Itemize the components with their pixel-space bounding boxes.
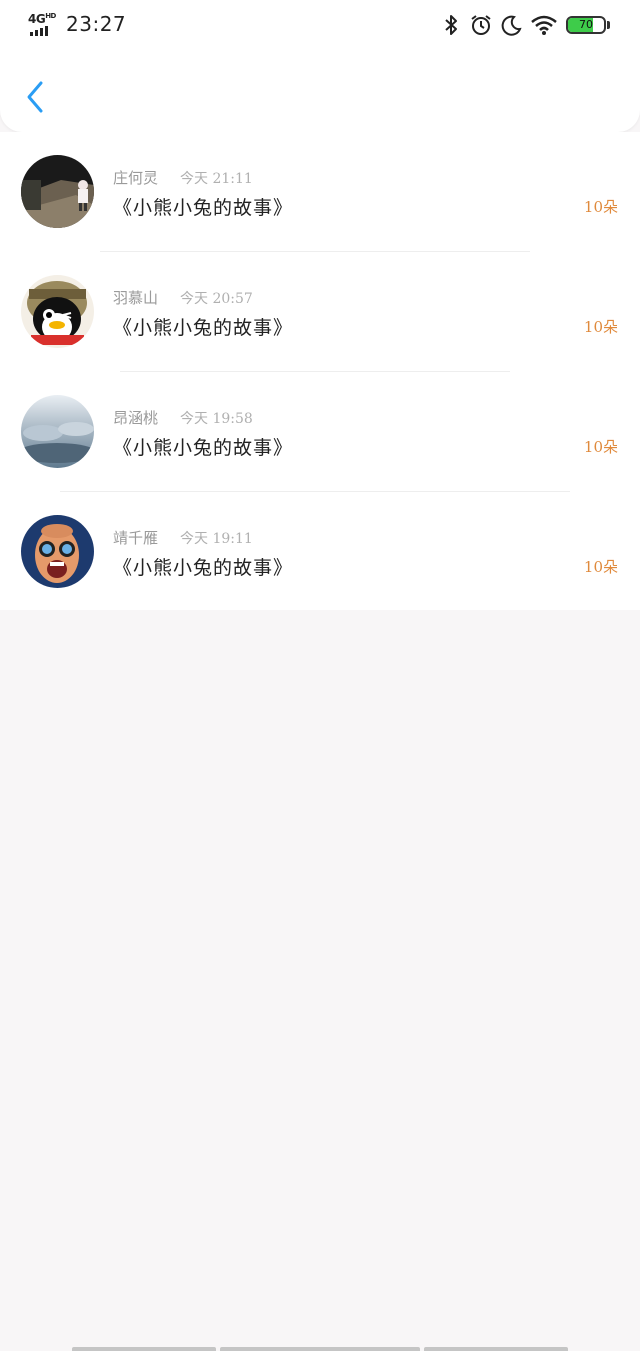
avatar-cartoon-man xyxy=(21,515,94,588)
battery-icon: 70 xyxy=(566,16,606,34)
home-indicator-center[interactable] xyxy=(220,1347,420,1351)
flower-count: 10朵 xyxy=(583,318,618,336)
list-item[interactable]: 靖千雁 今天 19:11 《小熊小兔的故事》 10朵 xyxy=(0,492,640,612)
sender-name: 昂涵桃 xyxy=(113,409,159,427)
network-type-sup: HD xyxy=(45,12,56,20)
story-title: 《小熊小兔的故事》 xyxy=(113,437,294,459)
back-button[interactable] xyxy=(18,78,52,116)
send-time: 今天 19:11 xyxy=(180,531,253,547)
screen: 4GHD 23:27 70 庄何灵 今天 21:11 《小熊小兔的故事》 10朵… xyxy=(0,0,640,1351)
network-type: 4G xyxy=(28,12,46,26)
gift-record-list: 庄何灵 今天 21:11 《小熊小兔的故事》 10朵 羽慕山 今天 20:57 … xyxy=(0,132,640,610)
sender-name: 靖千雁 xyxy=(113,529,159,547)
wifi-icon xyxy=(530,14,558,36)
avatar[interactable] xyxy=(21,515,94,588)
avatar-cloudy-sky xyxy=(21,395,94,468)
status-bar: 4GHD 23:27 70 xyxy=(0,0,640,50)
story-title: 《小熊小兔的故事》 xyxy=(113,557,294,579)
list-item[interactable]: 羽慕山 今天 20:57 《小熊小兔的故事》 10朵 xyxy=(0,252,640,372)
story-title: 《小熊小兔的故事》 xyxy=(113,197,294,219)
battery-label: 70 xyxy=(579,18,593,31)
moon-icon xyxy=(500,14,522,36)
sender-name: 羽慕山 xyxy=(113,289,159,307)
home-indicator-left[interactable] xyxy=(72,1347,216,1351)
avatar-photo-path xyxy=(21,155,94,228)
top-header: 4GHD 23:27 70 xyxy=(0,0,640,132)
flower-count: 10朵 xyxy=(583,198,618,216)
send-time: 今天 21:11 xyxy=(180,171,253,187)
status-left: 4GHD 23:27 xyxy=(28,10,126,38)
list-item[interactable]: 昂涵桃 今天 19:58 《小熊小兔的故事》 10朵 xyxy=(0,372,640,492)
avatar[interactable] xyxy=(21,155,94,228)
flower-count: 10朵 xyxy=(583,438,618,456)
send-time: 今天 19:58 xyxy=(180,411,253,427)
flower-count: 10朵 xyxy=(583,558,618,576)
send-time: 今天 20:57 xyxy=(180,291,253,307)
battery-cap xyxy=(607,21,610,29)
home-indicator-right[interactable] xyxy=(424,1347,568,1351)
avatar-penguin-pilot xyxy=(21,275,94,348)
list-item[interactable]: 庄何灵 今天 21:11 《小熊小兔的故事》 10朵 xyxy=(0,132,640,252)
story-title: 《小熊小兔的故事》 xyxy=(113,317,294,339)
status-time: 23:27 xyxy=(66,12,127,36)
avatar[interactable] xyxy=(21,275,94,348)
cellular-signal-icon: 4GHD xyxy=(28,11,60,37)
status-right: 70 xyxy=(440,12,610,38)
alarm-icon xyxy=(470,14,492,36)
chevron-left-icon xyxy=(27,81,43,113)
avatar[interactable] xyxy=(21,395,94,468)
bluetooth-icon xyxy=(440,14,462,36)
sender-name: 庄何灵 xyxy=(113,169,159,187)
